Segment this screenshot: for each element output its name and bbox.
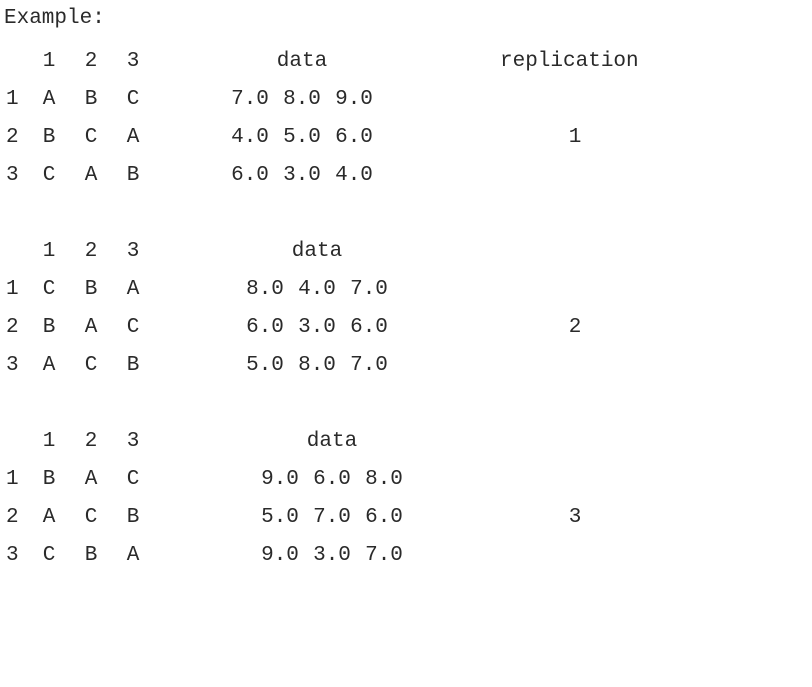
data-cell: 3.0 — [291, 317, 343, 338]
data-cell: 5.0 — [239, 355, 291, 376]
design-cell: B — [112, 355, 154, 376]
design-cell: B — [70, 89, 112, 110]
design-cell: C — [70, 355, 112, 376]
design-cell: A — [70, 165, 112, 186]
data-cell: 5.0 — [254, 507, 306, 528]
data-cell: 8.0 — [291, 355, 343, 376]
row-label: 2 — [0, 507, 28, 528]
data-cell: 8.0 — [358, 469, 410, 490]
data-cell: 3.0 — [276, 165, 328, 186]
design-cell: B — [28, 127, 70, 148]
data-cell: 4.0 — [328, 165, 380, 186]
data-cell: 9.0 — [254, 469, 306, 490]
row-label: 1 — [0, 469, 28, 490]
col-header-1: 1 — [28, 431, 70, 452]
data-cell: 6.0 — [224, 165, 276, 186]
row-label: 2 — [0, 127, 28, 148]
design-cell: B — [70, 279, 112, 300]
design-cell: A — [112, 545, 154, 566]
design-cell: A — [112, 279, 154, 300]
data-cell: 4.0 — [291, 279, 343, 300]
data-cell: 9.0 — [328, 89, 380, 110]
replication-number: 3 — [500, 507, 650, 528]
data-cell: 5.0 — [276, 127, 328, 148]
design-cell: A — [70, 317, 112, 338]
data-cell: 7.0 — [306, 507, 358, 528]
design-cell: C — [112, 469, 154, 490]
replication-header: replication — [500, 51, 650, 72]
col-header-3: 3 — [112, 51, 154, 72]
data-cell: 8.0 — [239, 279, 291, 300]
design-cell: C — [28, 279, 70, 300]
design-cell: B — [28, 469, 70, 490]
design-cell: C — [28, 165, 70, 186]
col-header-1: 1 — [28, 51, 70, 72]
data-cell: 7.0 — [343, 355, 395, 376]
col-header-3: 3 — [112, 241, 154, 262]
data-cell: 6.0 — [358, 507, 410, 528]
design-cell: C — [70, 127, 112, 148]
data-cell: 6.0 — [239, 317, 291, 338]
row-label: 3 — [0, 545, 28, 566]
data-cell: 7.0 — [343, 279, 395, 300]
design-cell: C — [70, 507, 112, 528]
data-cell: 7.0 — [224, 89, 276, 110]
data-cell: 3.0 — [306, 545, 358, 566]
design-cell: A — [112, 127, 154, 148]
data-cell: 7.0 — [358, 545, 410, 566]
design-cell: B — [70, 545, 112, 566]
col-header-2: 2 — [70, 431, 112, 452]
data-header: data — [239, 241, 395, 262]
design-cell: C — [112, 317, 154, 338]
row-label: 1 — [0, 89, 28, 110]
col-header-2: 2 — [70, 241, 112, 262]
data-cell: 4.0 — [224, 127, 276, 148]
row-label: 1 — [0, 279, 28, 300]
data-cell: 6.0 — [343, 317, 395, 338]
replication-number: 2 — [500, 317, 650, 338]
design-cell: C — [112, 89, 154, 110]
design-cell: A — [28, 355, 70, 376]
row-label: 3 — [0, 355, 28, 376]
row-label: 2 — [0, 317, 28, 338]
design-cell: A — [28, 507, 70, 528]
data-header: data — [254, 431, 410, 452]
replication-number: 1 — [500, 127, 650, 148]
data-cell: 6.0 — [306, 469, 358, 490]
col-header-1: 1 — [28, 241, 70, 262]
design-cell: B — [112, 507, 154, 528]
data-header: data — [224, 51, 380, 72]
design-cell: A — [28, 89, 70, 110]
data-cell: 8.0 — [276, 89, 328, 110]
row-label: 3 — [0, 165, 28, 186]
design-cell: C — [28, 545, 70, 566]
design-cell: B — [112, 165, 154, 186]
design-cell: A — [70, 469, 112, 490]
data-cell: 9.0 — [254, 545, 306, 566]
example-title: Example: — [0, 8, 105, 29]
design-cell: B — [28, 317, 70, 338]
col-header-2: 2 — [70, 51, 112, 72]
data-cell: 6.0 — [328, 127, 380, 148]
col-header-3: 3 — [112, 431, 154, 452]
